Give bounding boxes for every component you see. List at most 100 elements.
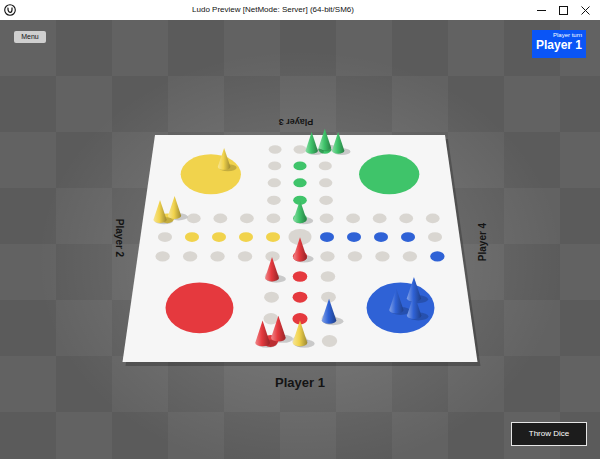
- board-cell: [213, 214, 227, 224]
- piece-cone: [255, 321, 270, 347]
- title-bar: Ludo Preview [NetMode: Server] (64-bit/S…: [0, 0, 600, 20]
- home-area: [181, 154, 241, 194]
- board-cell: [403, 251, 417, 261]
- pieces: [153, 129, 428, 348]
- colored-cell: [320, 232, 334, 242]
- piece-cone: [265, 257, 279, 281]
- colored-cell: [212, 232, 226, 242]
- board-cell: [428, 232, 442, 242]
- player-turn-panel: Player turn Player 1: [532, 30, 586, 58]
- game-piece[interactable]: [305, 132, 324, 155]
- colored-cell: [430, 251, 444, 261]
- player-label: Player 2: [114, 219, 125, 258]
- maximize-button[interactable]: [552, 0, 574, 20]
- piece-cone: [305, 132, 317, 154]
- colored-cell: [374, 232, 388, 242]
- game-piece[interactable]: [293, 200, 313, 224]
- game-piece[interactable]: [255, 321, 277, 348]
- board-cell: [158, 232, 172, 242]
- piece-cone: [218, 148, 231, 170]
- game-piece[interactable]: [265, 257, 286, 283]
- window-title: Ludo Preview [NetMode: Server] (64-bit/S…: [16, 4, 530, 16]
- game-piece[interactable]: [153, 200, 173, 224]
- colored-cell: [293, 292, 308, 303]
- board-cell: [321, 271, 336, 282]
- board-cell: [268, 162, 281, 171]
- board-cells: [155, 145, 444, 347]
- piece-cone: [407, 294, 421, 319]
- board-cell: [319, 196, 333, 205]
- board-cell: [183, 251, 197, 261]
- player-home: [359, 154, 419, 194]
- game-piece[interactable]: [218, 148, 237, 171]
- board-cell: [210, 251, 224, 261]
- game-piece[interactable]: [168, 196, 188, 220]
- piece-cone: [319, 129, 331, 151]
- ludo-board: Player 1 Player 2 Player 3 Player 4: [0, 20, 600, 459]
- colored-cell: [293, 271, 308, 282]
- board-cell: [267, 214, 281, 224]
- board-cell: [322, 335, 337, 347]
- colored-cell: [293, 178, 306, 187]
- board-cell: [264, 292, 279, 303]
- minimize-icon: [537, 6, 546, 15]
- colored-cell: [401, 232, 415, 242]
- piece-cone: [271, 316, 286, 342]
- player-home: [166, 282, 234, 333]
- minimize-button[interactable]: [530, 0, 552, 20]
- player-home: [181, 154, 241, 194]
- piece-cone: [293, 237, 307, 261]
- board-cell: [373, 214, 387, 224]
- home-area: [359, 154, 419, 194]
- game-piece[interactable]: [322, 299, 344, 326]
- board-plate: [123, 135, 478, 362]
- board-cell: [267, 196, 281, 205]
- home-area: [367, 282, 435, 333]
- board-cell: [399, 214, 413, 224]
- board-cell: [240, 214, 254, 224]
- current-player: Player 1: [536, 39, 582, 53]
- board-cell: [319, 178, 332, 187]
- colored-cell: [347, 232, 361, 242]
- player-label: Player 1: [275, 375, 325, 390]
- app-window: Ludo Preview [NetMode: Server] (64-bit/S…: [0, 0, 600, 459]
- player-label: Player 4: [477, 222, 488, 261]
- unreal-logo-icon: [4, 4, 16, 16]
- board-cell: [426, 214, 440, 224]
- piece-cone: [293, 321, 308, 347]
- game-piece[interactable]: [407, 294, 429, 320]
- game-piece[interactable]: [407, 277, 428, 303]
- piece-cone: [293, 200, 306, 223]
- player-turn-caption: Player turn: [536, 32, 582, 39]
- colored-cell: [293, 162, 306, 171]
- player-label: Player 3: [279, 117, 314, 127]
- board-cell: [319, 162, 332, 171]
- board-cell: [320, 214, 334, 224]
- window-controls: [530, 0, 596, 20]
- piece-cone: [168, 196, 181, 219]
- board-cell: [294, 145, 307, 153]
- board-cell: [346, 214, 360, 224]
- game-piece[interactable]: [389, 289, 410, 315]
- piece-cone: [322, 299, 336, 324]
- colored-cell: [185, 232, 199, 242]
- game-viewport: Player 1 Player 2 Player 3 Player 4 Menu Pl…: [0, 20, 600, 459]
- board-cell: [187, 214, 201, 224]
- colored-cell: [239, 232, 253, 242]
- board-cell: [375, 251, 389, 261]
- board-cell: [155, 251, 169, 261]
- player-home: [367, 282, 435, 333]
- throw-dice-button[interactable]: Throw Dice: [511, 422, 587, 446]
- close-button[interactable]: [574, 0, 596, 20]
- game-piece[interactable]: [293, 237, 313, 262]
- board-cell: [238, 251, 252, 261]
- colored-cell: [266, 232, 280, 242]
- menu-button[interactable]: Menu: [14, 31, 46, 43]
- game-piece[interactable]: [332, 132, 351, 155]
- board-cell: [348, 251, 362, 261]
- game-piece[interactable]: [271, 316, 293, 343]
- game-piece[interactable]: [293, 321, 315, 348]
- board-cell: [269, 145, 282, 153]
- board-cell: [320, 251, 334, 261]
- piece-cone: [153, 200, 166, 223]
